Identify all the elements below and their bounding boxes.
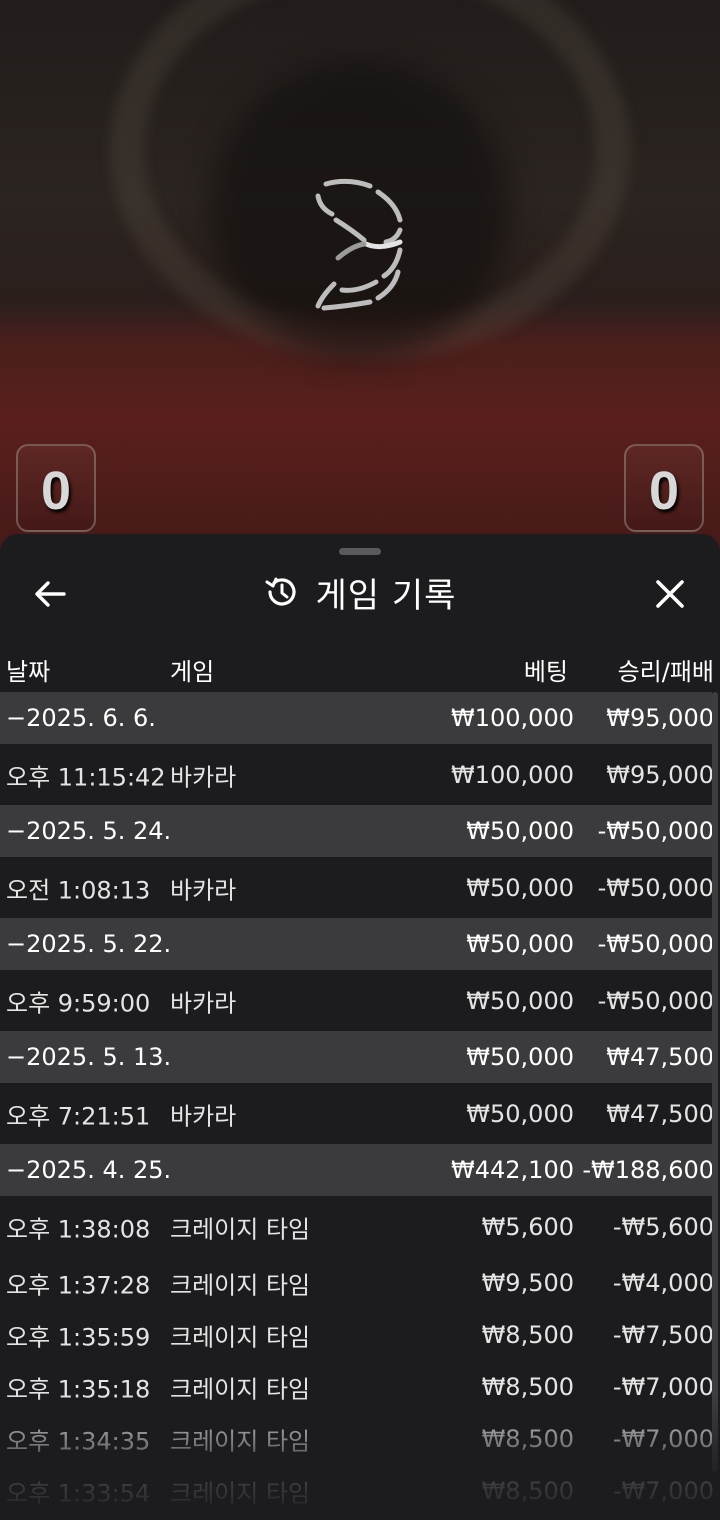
- history-table: −2025. 6. 6. ₩100,000 ₩95,000 오후 11:15:4…: [0, 692, 714, 1517]
- table-row[interactable]: 오후 1:37:28 크레이지 타임 ₩9,500 -₩4,000: [0, 1257, 714, 1309]
- row-result: -₩5,600: [612, 1212, 714, 1241]
- table-row[interactable]: 오후 9:59:00 바카라 ₩50,000 -₩50,000: [0, 970, 714, 1031]
- row-time: 오후 9:59:00: [6, 989, 151, 1017]
- row-result: -₩50,000: [597, 986, 714, 1015]
- row-bet: ₩5,600: [481, 1212, 574, 1241]
- column-header-result: 승리/패배: [617, 658, 714, 686]
- table-row[interactable]: 오후 1:33:54 크레이지 타임 ₩8,500 -₩7,000: [0, 1465, 714, 1517]
- row-game: 바카라: [170, 1102, 237, 1130]
- row-bet: ₩8,500: [481, 1373, 574, 1401]
- page-title: 게임 기록: [315, 575, 457, 616]
- row-result: -₩188,600: [582, 1156, 714, 1184]
- row-bet: ₩50,000: [466, 1043, 574, 1071]
- sheet-header: 게임 기록: [0, 564, 720, 620]
- row-time: 오후 11:15:42: [6, 763, 166, 791]
- row-game: 바카라: [170, 989, 237, 1017]
- row-game: 바카라: [170, 763, 237, 791]
- row-result: -₩7,500: [612, 1321, 714, 1349]
- row-bet: ₩8,500: [481, 1477, 574, 1505]
- row-date: −2025. 5. 24.: [6, 817, 172, 845]
- table-row[interactable]: 오후 11:15:42 바카라 ₩100,000 ₩95,000: [0, 744, 714, 805]
- row-result: ₩47,500: [606, 1043, 714, 1071]
- date-group-row[interactable]: −2025. 4. 25. ₩442,100 -₩188,600: [0, 1144, 714, 1196]
- game-stage: 0 0: [0, 0, 720, 560]
- banker-score-box: 0: [624, 444, 704, 532]
- table-header: 날짜 게임 베팅 승리/패배: [0, 638, 720, 692]
- player-score-box: 0: [16, 444, 96, 532]
- table-row[interactable]: 오후 1:38:08 크레이지 타임 ₩5,600 -₩5,600: [0, 1196, 714, 1257]
- row-result: -₩7,000: [612, 1425, 714, 1453]
- row-game: 크레이지 타임: [170, 1271, 311, 1300]
- sheet-drag-handle[interactable]: [339, 548, 381, 555]
- column-header-date: 날짜: [6, 658, 51, 686]
- row-result: ₩95,000: [606, 760, 714, 789]
- banker-score: 0: [648, 461, 680, 521]
- table-row[interactable]: 오후 1:34:35 크레이지 타임 ₩8,500 -₩7,000: [0, 1413, 714, 1465]
- row-bet: ₩50,000: [466, 873, 574, 902]
- row-bet: ₩442,100: [451, 1156, 574, 1184]
- row-time: 오후 7:21:51: [6, 1102, 151, 1130]
- row-result: -₩50,000: [597, 930, 714, 958]
- row-time: 오후 1:35:59: [6, 1323, 151, 1352]
- row-result: -₩50,000: [597, 817, 714, 845]
- row-bet: ₩100,000: [451, 704, 574, 732]
- date-group-row[interactable]: −2025. 5. 24. ₩50,000 -₩50,000: [0, 805, 714, 857]
- row-date: −2025. 5. 22.: [6, 930, 172, 958]
- table-row[interactable]: 오후 7:21:51 바카라 ₩50,000 ₩47,500: [0, 1083, 714, 1144]
- row-bet: ₩50,000: [466, 817, 574, 845]
- row-result: -₩7,000: [612, 1477, 714, 1505]
- row-game: 크레이지 타임: [170, 1215, 311, 1243]
- row-result: -₩7,000: [612, 1373, 714, 1401]
- row-game: 크레이지 타임: [170, 1427, 311, 1456]
- row-game: 크레이지 타임: [170, 1323, 311, 1352]
- loading-spinner-icon: [315, 178, 403, 311]
- date-group-row[interactable]: −2025. 5. 22. ₩50,000 -₩50,000: [0, 918, 714, 970]
- row-bet: ₩8,500: [481, 1425, 574, 1453]
- row-result: ₩47,500: [606, 1099, 714, 1128]
- row-date: −2025. 6. 6.: [6, 704, 156, 732]
- row-result: ₩95,000: [606, 704, 714, 732]
- row-time: 오후 1:38:08: [6, 1215, 151, 1243]
- row-bet: ₩50,000: [466, 1099, 574, 1128]
- row-time: 오전 1:08:13: [6, 876, 151, 904]
- row-bet: ₩9,500: [481, 1269, 574, 1297]
- column-header-game: 게임: [170, 658, 215, 686]
- row-game: 바카라: [170, 876, 237, 904]
- row-bet: ₩50,000: [466, 930, 574, 958]
- row-game: 크레이지 타임: [170, 1375, 311, 1404]
- table-row[interactable]: 오전 1:08:13 바카라 ₩50,000 -₩50,000: [0, 857, 714, 918]
- date-group-row[interactable]: −2025. 6. 6. ₩100,000 ₩95,000: [0, 692, 714, 744]
- table-row[interactable]: 오후 1:35:59 크레이지 타임 ₩8,500 -₩7,500: [0, 1309, 714, 1361]
- player-score: 0: [40, 461, 72, 521]
- row-time: 오후 1:34:35: [6, 1427, 151, 1456]
- row-date: −2025. 5. 13.: [6, 1043, 172, 1071]
- row-result: -₩50,000: [597, 873, 714, 902]
- game-history-sheet: 게임 기록 날짜 게임 베팅 승리/패배 −2025. 6. 6. ₩100,0…: [0, 534, 720, 1520]
- row-game: 크레이지 타임: [170, 1479, 311, 1508]
- table-scrollbar[interactable]: [712, 692, 718, 1472]
- row-time: 오후 1:33:54: [6, 1479, 151, 1508]
- row-time: 오후 1:35:18: [6, 1375, 151, 1404]
- column-header-bet: 베팅: [523, 658, 568, 686]
- history-clock-icon: [265, 577, 296, 606]
- row-bet: ₩50,000: [466, 986, 574, 1015]
- row-result: -₩4,000: [612, 1269, 714, 1297]
- date-group-row[interactable]: −2025. 5. 13. ₩50,000 ₩47,500: [0, 1031, 714, 1083]
- close-button[interactable]: [650, 574, 690, 614]
- close-x-icon: [656, 580, 684, 608]
- row-bet: ₩8,500: [481, 1321, 574, 1349]
- table-row[interactable]: 오후 1:35:18 크레이지 타임 ₩8,500 -₩7,000: [0, 1361, 714, 1413]
- row-date: −2025. 4. 25.: [6, 1156, 172, 1184]
- row-bet: ₩100,000: [451, 760, 574, 789]
- row-time: 오후 1:37:28: [6, 1271, 151, 1300]
